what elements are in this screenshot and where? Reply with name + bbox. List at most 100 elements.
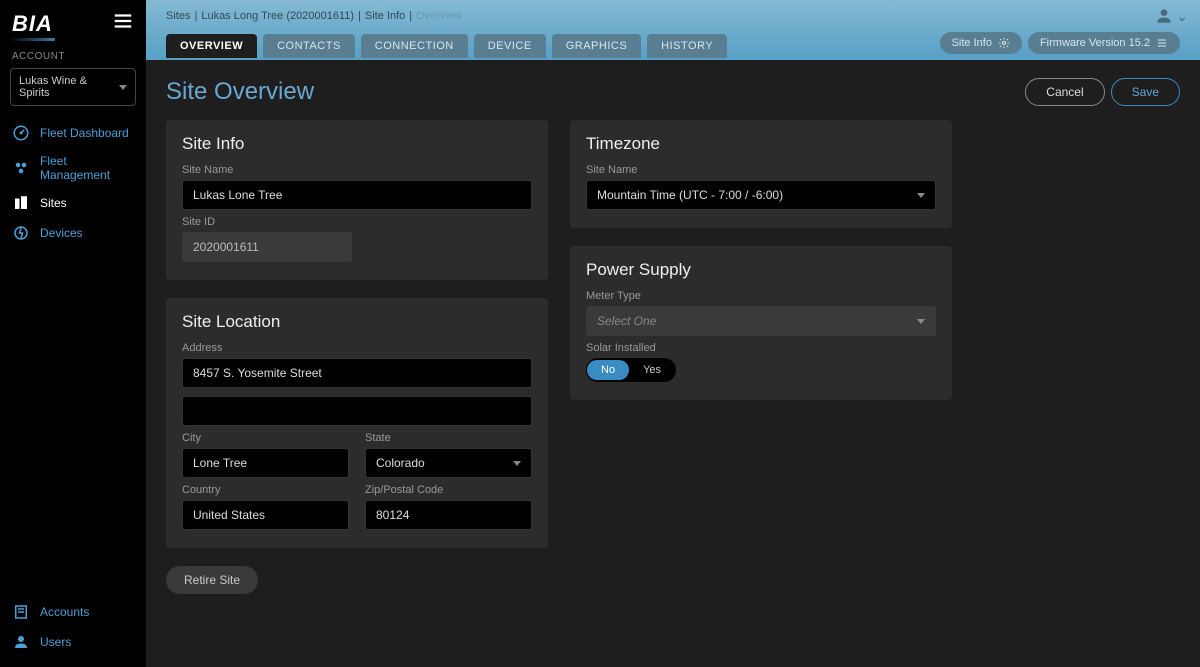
- label-site-name: Site Name: [182, 164, 532, 176]
- sites-icon: [12, 194, 30, 212]
- nav-label: Fleet Management: [40, 154, 134, 182]
- page-title: Site Overview: [166, 78, 314, 106]
- nav-label: Devices: [40, 226, 83, 240]
- card-site-info: Site Info Site Name Site ID: [166, 120, 548, 280]
- label-state: State: [365, 432, 532, 444]
- devices-icon: [12, 224, 30, 242]
- pill-label: Firmware Version 15.2: [1040, 37, 1150, 49]
- site-info-pill[interactable]: Site Info: [940, 32, 1022, 54]
- main: Sites | Lukas Long Tree (2020001611) | S…: [146, 0, 1200, 667]
- topbar: Sites | Lukas Long Tree (2020001611) | S…: [146, 0, 1200, 60]
- zip-input[interactable]: [365, 500, 532, 530]
- title-row: Site Overview Cancel Save: [166, 78, 1180, 106]
- gear-icon: [998, 37, 1010, 49]
- label-country: Country: [182, 484, 349, 496]
- label-city: City: [182, 432, 349, 444]
- chevron-down-icon: [917, 193, 925, 198]
- nav-devices[interactable]: Devices: [0, 218, 146, 248]
- account-selected: Lukas Wine & Spirits: [19, 75, 119, 99]
- account-select[interactable]: Lukas Wine & Spirits: [10, 68, 136, 106]
- users-icon: [12, 633, 30, 651]
- country-input[interactable]: [182, 500, 349, 530]
- menu-icon[interactable]: [112, 10, 134, 37]
- firmware-pill[interactable]: Firmware Version 15.2: [1028, 32, 1180, 54]
- breadcrumb-current: Overview: [416, 10, 462, 22]
- tab-contacts[interactable]: CONTACTS: [263, 34, 355, 58]
- card-site-location: Site Location Address City State Colorad…: [166, 298, 548, 548]
- breadcrumb-sep: |: [358, 10, 361, 22]
- retire-site-button[interactable]: Retire Site: [166, 566, 258, 594]
- site-id-input: [182, 232, 352, 262]
- account-heading: ACCOUNT: [0, 51, 146, 68]
- state-value: Colorado: [376, 456, 425, 470]
- label-timezone: Site Name: [586, 164, 936, 176]
- card-title: Site Location: [182, 312, 532, 332]
- address1-input[interactable]: [182, 358, 532, 388]
- breadcrumb: Sites | Lukas Long Tree (2020001611) | S…: [166, 10, 462, 22]
- nav-users[interactable]: Users: [0, 627, 146, 657]
- tab-overview[interactable]: OVERVIEW: [166, 34, 257, 58]
- tab-device[interactable]: DEVICE: [474, 34, 546, 58]
- timezone-select[interactable]: Mountain Time (UTC - 7:00 / -6:00): [586, 180, 936, 210]
- meter-placeholder: Select One: [597, 314, 656, 328]
- sidebar: BIA ACCOUNT Lukas Wine & Spirits Fleet D…: [0, 0, 146, 667]
- tab-graphics[interactable]: GRAPHICS: [552, 34, 641, 58]
- tab-history[interactable]: HISTORY: [647, 34, 727, 58]
- breadcrumb-link[interactable]: Sites: [166, 10, 190, 22]
- nav-main: Fleet Dashboard Fleet Management Sites D…: [0, 118, 146, 248]
- city-input[interactable]: [182, 448, 349, 478]
- col-left: Site Info Site Name Site ID Site Locatio…: [166, 120, 548, 594]
- topbar-right: ⌄: [1154, 6, 1188, 26]
- cancel-button[interactable]: Cancel: [1025, 78, 1104, 106]
- site-name-input[interactable]: [182, 180, 532, 210]
- nav-accounts[interactable]: Accounts: [0, 597, 146, 627]
- timezone-value: Mountain Time (UTC - 7:00 / -6:00): [597, 188, 783, 202]
- columns: Site Info Site Name Site ID Site Locatio…: [166, 120, 1180, 594]
- content: Site Overview Cancel Save Site Info Site…: [146, 60, 1200, 667]
- nav-fleet-dashboard[interactable]: Fleet Dashboard: [0, 118, 146, 148]
- save-button[interactable]: Save: [1111, 78, 1180, 106]
- tabs-row: OVERVIEW CONTACTS CONNECTION DEVICE GRAP…: [146, 32, 1200, 60]
- label-solar: Solar Installed: [586, 342, 936, 354]
- pill-label: Site Info: [952, 37, 992, 49]
- list-icon: [1156, 37, 1168, 49]
- solar-toggle[interactable]: No Yes: [586, 358, 676, 382]
- state-select[interactable]: Colorado: [365, 448, 532, 478]
- card-power-supply: Power Supply Meter Type Select One Solar…: [570, 246, 952, 400]
- nav-label: Fleet Dashboard: [40, 126, 129, 140]
- card-title: Site Info: [182, 134, 532, 154]
- label-site-id: Site ID: [182, 216, 532, 228]
- tab-connection[interactable]: CONNECTION: [361, 34, 468, 58]
- breadcrumb-link[interactable]: Lukas Long Tree (2020001611): [201, 10, 354, 22]
- label-zip: Zip/Postal Code: [365, 484, 532, 496]
- label-meter-type: Meter Type: [586, 290, 936, 302]
- nav-bottom: Accounts Users: [0, 597, 146, 657]
- card-title: Timezone: [586, 134, 936, 154]
- chevron-down-icon: [917, 319, 925, 324]
- solar-no[interactable]: No: [587, 360, 629, 380]
- nav-fleet-management[interactable]: Fleet Management: [0, 148, 146, 188]
- meter-type-select[interactable]: Select One: [586, 306, 936, 336]
- nav-label: Accounts: [40, 605, 89, 619]
- nav-label: Sites: [40, 196, 67, 210]
- address2-input[interactable]: [182, 396, 532, 426]
- breadcrumb-sep: |: [194, 10, 197, 22]
- breadcrumb-sep: |: [409, 10, 412, 22]
- breadcrumb-link[interactable]: Site Info: [365, 10, 405, 22]
- chevron-down-icon: ⌄: [1176, 8, 1188, 25]
- chevron-down-icon: [513, 461, 521, 466]
- col-right: Timezone Site Name Mountain Time (UTC - …: [570, 120, 952, 594]
- dashboard-icon: [12, 124, 30, 142]
- card-title: Power Supply: [586, 260, 936, 280]
- chevron-down-icon: [119, 85, 127, 90]
- label-address: Address: [182, 342, 532, 354]
- card-timezone: Timezone Site Name Mountain Time (UTC - …: [570, 120, 952, 228]
- management-icon: [12, 159, 30, 177]
- sidebar-header: BIA: [0, 10, 146, 51]
- nav-sites[interactable]: Sites: [0, 188, 146, 218]
- user-menu[interactable]: ⌄: [1154, 6, 1188, 26]
- solar-yes[interactable]: Yes: [629, 360, 675, 380]
- accounts-icon: [12, 603, 30, 621]
- logo: BIA: [12, 11, 53, 37]
- nav-label: Users: [40, 635, 71, 649]
